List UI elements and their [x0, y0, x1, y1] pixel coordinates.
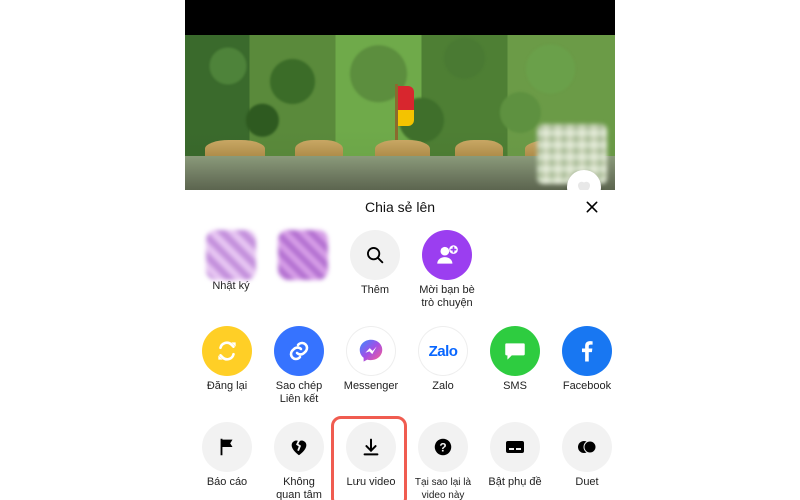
- share-messenger-label: Messenger: [337, 380, 405, 393]
- search-circle: [350, 230, 400, 280]
- share-contact-user[interactable]: [267, 230, 339, 310]
- share-repost[interactable]: Đăng lại: [191, 326, 263, 406]
- save-video-circle: [346, 422, 396, 472]
- facebook-circle: [562, 326, 612, 376]
- share-row-apps: Đăng lại Sao chép Liên kết Messenger: [185, 320, 615, 406]
- share-contact-story[interactable]: Nhật ký: [195, 230, 267, 310]
- messenger-circle: [346, 326, 396, 376]
- action-why-label2: video này: [409, 489, 477, 500]
- share-contact-label: Nhật ký: [197, 280, 265, 293]
- video-flag-cloth: [398, 86, 414, 126]
- share-row-contacts: Nhật ký Thêm: [185, 224, 615, 310]
- action-report-label: Báo cáo: [193, 476, 261, 489]
- share-copy-link[interactable]: Sao chép Liên kết: [263, 326, 335, 406]
- repost-icon: [214, 338, 240, 364]
- broken-heart-icon: [288, 436, 310, 458]
- action-why-label1: Tại sao lại là: [409, 476, 477, 489]
- video-letterbox: [185, 0, 615, 35]
- avatar-pixelated: [206, 230, 256, 280]
- action-save-video-label: Lưu video: [337, 476, 405, 489]
- chat-bubble-icon: [502, 338, 528, 364]
- action-duet[interactable]: Duet: [551, 422, 615, 500]
- svg-text:?: ?: [439, 441, 446, 455]
- share-sms[interactable]: SMS: [479, 326, 551, 406]
- video-player-area[interactable]: [185, 0, 615, 190]
- messenger-icon: [356, 336, 386, 366]
- share-row-actions: Báo cáo Không quan tâm Lưu video ? Tại s: [185, 416, 615, 500]
- share-add-more[interactable]: Thêm: [339, 230, 411, 310]
- action-duet-label: Duet: [553, 476, 615, 489]
- avatar-pixelated: [278, 230, 328, 280]
- add-user-icon: [434, 242, 460, 268]
- share-zalo-label: Zalo: [409, 380, 477, 393]
- action-not-interested[interactable]: Không quan tâm: [263, 422, 335, 500]
- flag-icon: [216, 436, 238, 458]
- share-invite-label1: Mời bạn bè: [413, 284, 481, 297]
- share-sheet: Chia sẻ lên Nhật ký Thêm: [185, 190, 615, 500]
- share-facebook[interactable]: Facebook: [551, 326, 615, 406]
- video-thumbnail: [185, 35, 615, 190]
- sms-circle: [490, 326, 540, 376]
- invite-circle: [422, 230, 472, 280]
- question-icon: ?: [432, 436, 454, 458]
- share-messenger[interactable]: Messenger: [335, 326, 407, 406]
- close-button[interactable]: [581, 196, 603, 218]
- share-invite-friends[interactable]: Mời bạn bè trò chuyện: [411, 230, 483, 310]
- share-zalo[interactable]: Zalo Zalo: [407, 326, 479, 406]
- link-icon: [287, 339, 311, 363]
- action-not-interested-label1: Không: [265, 476, 333, 489]
- action-why-this-video[interactable]: ? Tại sao lại là video này: [407, 422, 479, 500]
- share-sms-label: SMS: [481, 380, 549, 393]
- share-copy-link-label1: Sao chép: [265, 380, 333, 393]
- download-icon: [360, 436, 382, 458]
- share-sheet-header: Chia sẻ lên: [185, 190, 615, 224]
- duet-icon: [575, 435, 599, 459]
- report-circle: [202, 422, 252, 472]
- share-add-more-label: Thêm: [341, 284, 409, 297]
- captions-icon: [503, 435, 527, 459]
- copy-link-circle: [274, 326, 324, 376]
- close-icon: [584, 199, 600, 215]
- facebook-icon: [573, 337, 601, 365]
- share-sheet-title: Chia sẻ lên: [365, 199, 435, 215]
- duet-circle: [562, 422, 612, 472]
- zalo-circle: Zalo: [418, 326, 468, 376]
- action-report[interactable]: Báo cáo: [191, 422, 263, 500]
- action-not-interested-label2: quan tâm: [265, 489, 333, 500]
- captions-circle: [490, 422, 540, 472]
- action-captions-label: Bật phụ đề: [481, 476, 549, 489]
- not-interested-circle: [274, 422, 324, 472]
- why-circle: ?: [418, 422, 468, 472]
- search-icon: [364, 244, 386, 266]
- heart-icon: [575, 178, 593, 190]
- zalo-icon: Zalo: [429, 343, 458, 360]
- share-copy-link-label2: Liên kết: [265, 393, 333, 406]
- share-invite-label2: trò chuyện: [413, 297, 481, 310]
- action-save-video[interactable]: Lưu video: [335, 422, 407, 500]
- repost-circle: [202, 326, 252, 376]
- share-repost-label: Đăng lại: [193, 380, 261, 393]
- phone-frame: Chia sẻ lên Nhật ký Thêm: [185, 0, 615, 500]
- share-facebook-label: Facebook: [553, 380, 615, 393]
- action-captions[interactable]: Bật phụ đề: [479, 422, 551, 500]
